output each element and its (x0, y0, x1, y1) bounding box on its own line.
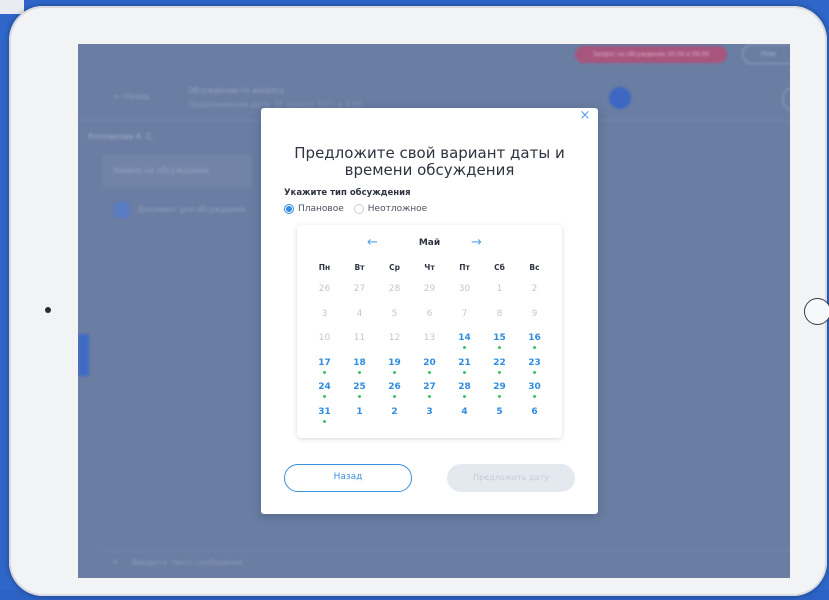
calendar-day-available[interactable]: 4 (447, 405, 482, 430)
calendar-day-available[interactable]: 2 (377, 405, 412, 430)
radio-button-planned[interactable] (284, 204, 294, 214)
radio-option-urgent[interactable]: Неотложное (353, 204, 428, 214)
calendar-day-disabled: 26 (318, 284, 331, 294)
calendar-day-available[interactable]: 21 (447, 356, 482, 381)
weekday-label: Сб (494, 263, 505, 272)
propose-date-button[interactable]: Предложить дату (447, 464, 575, 492)
calendar-day-available[interactable]: 3 (412, 405, 447, 430)
discussion-type-label: Укажите тип обсуждения (284, 188, 411, 198)
back-link[interactable]: ← Назад (114, 92, 149, 101)
calendar-week-row: 26 27 28 29 30 1 2 (307, 282, 552, 307)
calendar-day-available[interactable]: 17 (307, 356, 342, 381)
chat-icon[interactable] (609, 87, 631, 109)
calendar-day-available[interactable]: 27 (412, 380, 447, 405)
calendar-day-disabled: 30 (458, 284, 471, 294)
calendar-day-available[interactable]: 6 (517, 405, 552, 430)
message-input[interactable]: Введите текст сообщения (102, 550, 790, 575)
weekday-label: Пт (459, 263, 470, 272)
weekday-header-row: Пн Вт Ср Чт Пт Сб Вс (307, 263, 552, 282)
calendar-day-available[interactable]: 26 (377, 380, 412, 405)
radio-option-planned[interactable]: Плановое (284, 204, 344, 214)
radio-button-urgent[interactable] (353, 204, 364, 214)
calendar-week-row: 10 11 12 13 14 15 16 (307, 331, 552, 356)
calendar-day-available[interactable]: 30 (517, 380, 552, 405)
calendar-day-disabled: 12 (388, 333, 401, 343)
weekday-label: Пн (318, 263, 331, 272)
request-card[interactable]: Заявка на обсуждение (102, 154, 252, 188)
notice-pill[interactable]: Запрос на обсуждение 20.04 в 09:00 (575, 46, 727, 63)
weekday-label: Вс (529, 263, 540, 272)
help-button[interactable]: Пом (742, 44, 790, 64)
calendar-day-disabled: 9 (531, 308, 538, 319)
radio-label-urgent: Неотложное (367, 204, 428, 214)
calendar-day-available[interactable]: 28 (447, 380, 482, 405)
calendar-day-disabled: 27 (353, 284, 366, 294)
calendar-day-disabled: 28 (388, 284, 401, 294)
calendar-header: ← Май → (297, 236, 562, 252)
calendar-grid: Пн Вт Ср Чт Пт Сб Вс 26 27 28 29 30 1 2 3 4 5 6 7 8 9 10 11 12 1… (307, 263, 552, 429)
avatar[interactable] (782, 88, 790, 110)
date-picker: ← Май → Пн Вт Ср Чт Пт Сб Вс 26 27 28 29 30 1 2 3 4 5 6 7 8… (297, 225, 562, 438)
back-button[interactable]: Назад (284, 464, 412, 492)
calendar-day-available[interactable]: 18 (342, 356, 377, 381)
calendar-day-available[interactable]: 5 (482, 405, 517, 430)
calendar-day-available[interactable]: 19 (377, 356, 412, 381)
calendar-day-disabled: 13 (423, 333, 436, 343)
calendar-day-disabled: 2 (531, 284, 538, 294)
calendar-day-available[interactable]: 20 (412, 356, 447, 381)
propose-date-dialog: × Предложите свой вариант даты и времени… (261, 108, 598, 514)
calendar-day-disabled: 7 (461, 308, 468, 319)
dialog-title: Предложите свой вариант даты и времени о… (294, 144, 565, 179)
calendar-day-available[interactable]: 24 (307, 380, 342, 405)
calendar-day-disabled: 1 (496, 284, 503, 294)
calendar-day-available[interactable]: 31 (307, 405, 342, 430)
calendar-day-disabled: 3 (321, 308, 328, 319)
weekday-label: Ср (389, 263, 400, 272)
arrow-right-icon[interactable]: → (471, 236, 482, 250)
calendar-day-available[interactable]: 22 (482, 356, 517, 381)
calendar-day-disabled: 6 (426, 308, 433, 319)
calendar-day-available[interactable]: 23 (517, 356, 552, 381)
calendar-week-row: 24 25 26 27 28 29 30 (307, 380, 552, 405)
calendar-day-disabled: 29 (423, 284, 436, 294)
calendar-day-available[interactable]: 16 (517, 331, 552, 356)
weekday-label: Чт (424, 263, 435, 272)
background-window-corner (0, 0, 24, 14)
calendar-week-row: 3 4 5 6 7 8 9 (307, 307, 552, 332)
author-name: Колпакова А. С. (88, 132, 155, 141)
calendar-day-disabled: 5 (391, 308, 398, 319)
weekday-label: Вт (354, 263, 365, 272)
radio-label-planned: Плановое (298, 204, 344, 214)
calendar-day-disabled: 4 (356, 308, 363, 319)
home-button[interactable] (804, 298, 829, 325)
close-icon[interactable]: × (578, 109, 592, 123)
discussion-type-radio-group: Плановое Неотложное (284, 204, 437, 214)
calendar-day-available[interactable]: 29 (482, 380, 517, 405)
side-accent (78, 334, 89, 376)
attachment-item[interactable]: Документ для обсуждения (114, 202, 264, 218)
calendar-day-available[interactable]: 25 (342, 380, 377, 405)
calendar-week-row: 31 1 2 3 4 5 6 (307, 405, 552, 430)
tablet-screen: Запрос на обсуждение 20.04 в 09:00 Пом ←… (78, 44, 790, 578)
camera-dot (45, 307, 51, 313)
tablet-frame: Запрос на обсуждение 20.04 в 09:00 Пом ←… (9, 6, 829, 596)
calendar-day-disabled: 8 (496, 308, 503, 319)
topic-title: Обсуждение по вопросу (188, 86, 285, 95)
calendar-day-available[interactable]: 14 (447, 331, 482, 356)
calendar-day-available[interactable]: 15 (482, 331, 517, 356)
calendar-week-row: 17 18 19 20 21 22 23 (307, 356, 552, 381)
calendar-month: Май (418, 238, 441, 248)
calendar-day-disabled: 11 (353, 333, 366, 343)
calendar-day-available[interactable]: 1 (342, 405, 377, 430)
calendar-day-disabled: 10 (318, 333, 331, 343)
